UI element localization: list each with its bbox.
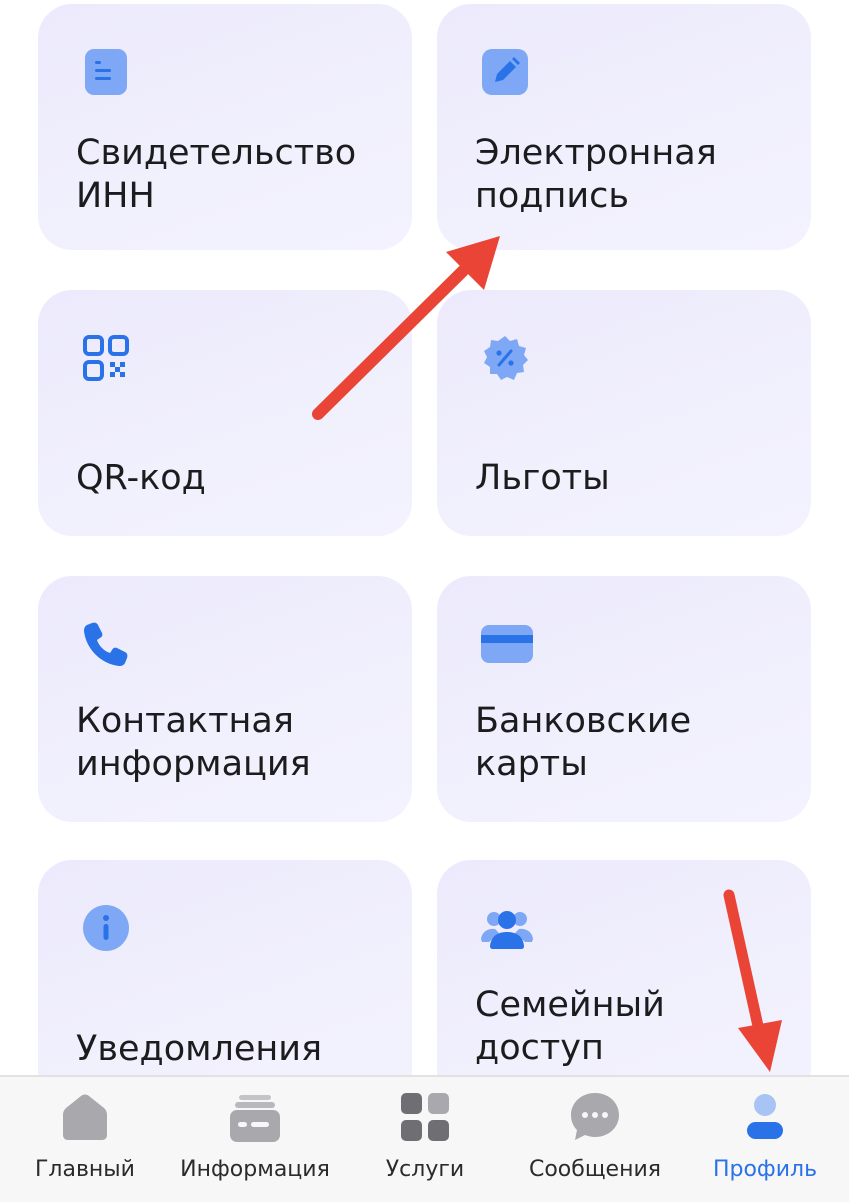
bottom-tab-bar: Главный Информация Услуги Сообщения Проф… (0, 1075, 849, 1202)
tab-label: Сообщения (528, 1157, 662, 1182)
grid-icon (401, 1093, 449, 1141)
tab-label: Профиль (712, 1157, 818, 1182)
bank-card-icon (479, 618, 535, 670)
tile-benefits[interactable]: Льготы (437, 290, 811, 536)
family-icon (479, 902, 535, 954)
tile-label: Семейный доступ (475, 985, 665, 1068)
tile-label: QR-код (76, 458, 206, 498)
tab-label: Главный (35, 1157, 135, 1182)
tab-label: Информация (180, 1157, 330, 1182)
tile-family-access[interactable]: Семейный доступ (437, 860, 811, 1106)
chat-icon (571, 1093, 619, 1140)
pencil-icon (479, 46, 531, 98)
phone-icon (80, 618, 132, 670)
tab-profile[interactable]: Профиль (680, 1077, 849, 1202)
tile-electronic-signature[interactable]: Электронная подпись (437, 4, 811, 250)
tile-label: Банковские карты (475, 701, 692, 784)
profile-icon (747, 1094, 783, 1139)
tile-qr-code[interactable]: QR-код (38, 290, 412, 536)
tab-home[interactable]: Главный (0, 1077, 170, 1202)
tile-contact-info[interactable]: Контактная информация (38, 576, 412, 822)
info-icon (80, 902, 132, 954)
tab-services[interactable]: Услуги (340, 1077, 510, 1202)
tile-label: Уведомления (76, 1029, 323, 1069)
tab-information[interactable]: Информация (170, 1077, 340, 1202)
document-icon (80, 46, 132, 98)
tile-label: Льготы (475, 458, 610, 498)
home-icon (63, 1094, 107, 1140)
tab-label: Услуги (385, 1157, 465, 1182)
tab-messages[interactable]: Сообщения (510, 1077, 680, 1202)
tile-inn-certificate[interactable]: Свидетельство ИНН (38, 4, 412, 250)
tile-label: Электронная подпись (475, 133, 717, 216)
tile-label: Свидетельство ИНН (76, 133, 357, 216)
id-card-icon (230, 1095, 280, 1142)
tile-bank-cards[interactable]: Банковские карты (437, 576, 811, 822)
discount-badge-icon (479, 332, 531, 384)
tile-notifications[interactable]: Уведомления (38, 860, 412, 1106)
qr-code-icon (80, 332, 132, 384)
tile-label: Контактная информация (76, 701, 311, 784)
